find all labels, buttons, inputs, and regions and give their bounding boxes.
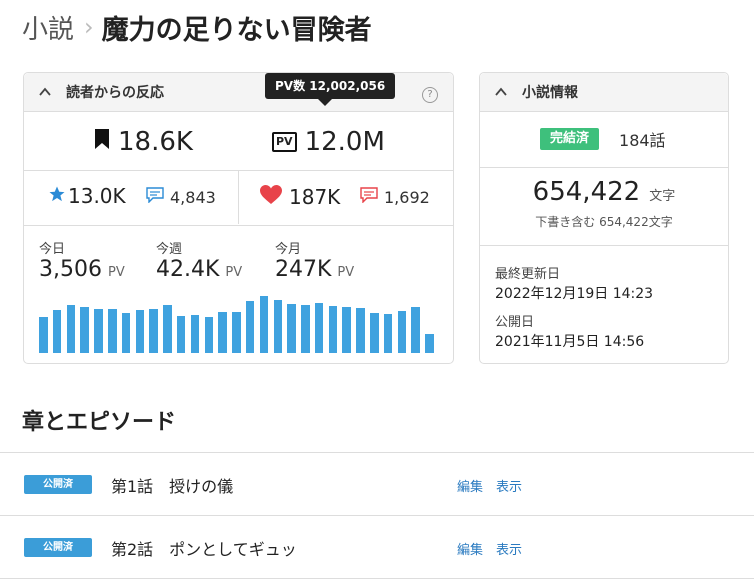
updated-label: 最終更新日 (495, 267, 561, 282)
published-badge: 公開済 (24, 538, 92, 557)
help-icon[interactable]: ? (422, 87, 438, 103)
chart-bar[interactable] (425, 334, 434, 353)
chart-bar[interactable] (176, 316, 186, 353)
reactions-card-title: 読者からの反応 (66, 85, 164, 101)
status-badge: 完結済 (540, 128, 600, 150)
chart-bar[interactable] (218, 312, 227, 353)
chart-bar[interactable] (370, 313, 379, 353)
chart-bar[interactable] (108, 309, 117, 353)
chart-bar[interactable] (190, 315, 200, 353)
heart-count: 187K (289, 185, 341, 209)
novel-info-card-title: 小説情報 (522, 85, 578, 101)
edit-link[interactable]: 編集 (457, 476, 483, 495)
period-label: 今週 (156, 242, 183, 257)
period-month: 今月 247K PV (275, 238, 354, 282)
view-link[interactable]: 表示 (496, 539, 522, 558)
comment-icon (360, 187, 378, 207)
pv-bar-chart (39, 293, 439, 353)
page-title: 魔力の足りない冒険者 (101, 14, 372, 46)
chart-bar[interactable] (204, 317, 214, 353)
pv-tooltip: PV数 12,002,056 (265, 73, 396, 106)
period-today: 今日 3,506 PV (39, 238, 125, 282)
chart-bar[interactable] (411, 307, 420, 353)
chart-bar[interactable] (80, 307, 89, 353)
star-comment-count: 4,843 (170, 187, 216, 207)
chart-bar[interactable] (273, 300, 283, 353)
comment-icon (146, 187, 164, 207)
chart-bar[interactable] (52, 310, 62, 353)
chart-bar[interactable] (39, 317, 48, 353)
episode-title[interactable]: 第2話 ポンとしてギュッ (111, 536, 297, 560)
episode-count: 184話 (619, 131, 666, 150)
chart-bar[interactable] (301, 305, 310, 353)
view-link[interactable]: 表示 (496, 476, 522, 495)
chart-bar[interactable] (66, 305, 76, 353)
chevron-up-icon[interactable] (38, 85, 52, 99)
published-date: 2021年11月5日 14:56 (495, 334, 645, 350)
chart-bar[interactable] (149, 309, 158, 353)
period-label: 今日 (39, 242, 66, 257)
breadcrumb-parent-link[interactable]: 小説 (22, 9, 74, 46)
heart-stat: 187K (259, 184, 340, 210)
chart-bar[interactable] (94, 309, 103, 353)
chart-bar[interactable] (259, 296, 269, 353)
reactions-card: 読者からの反応 ? 18.6K PV 12.0M 13.0K 4,843 187… (23, 72, 454, 364)
updated-date: 2022年12月19日 14:23 (495, 286, 654, 302)
period-unit: PV (337, 265, 355, 280)
chart-bar[interactable] (314, 303, 324, 353)
breadcrumb: 小説 › 魔力の足りない冒険者 (22, 8, 372, 46)
chart-bar[interactable] (383, 314, 393, 353)
edit-link[interactable]: 編集 (457, 539, 483, 558)
pv-icon: PV (272, 132, 297, 152)
bookmark-count: 18.6K (118, 127, 193, 157)
chart-bar[interactable] (121, 313, 131, 353)
period-value: 42.4K (156, 257, 220, 282)
chart-bar[interactable] (163, 305, 172, 353)
chevron-up-icon[interactable] (494, 85, 508, 99)
star-comment-stat: 4,843 (146, 187, 216, 207)
pv-total-count: 12.0M (304, 127, 385, 157)
chart-bar[interactable] (232, 312, 241, 353)
period-week: 今週 42.4K PV (156, 238, 242, 282)
star-stat: 13.0K (48, 184, 126, 208)
char-unit: 文字 (649, 189, 676, 204)
period-value: 3,506 (39, 257, 102, 282)
novel-info-card-header[interactable]: 小説情報 (480, 73, 728, 112)
episode-title[interactable]: 第1話 授けの儀 (111, 473, 233, 497)
chart-bar[interactable] (287, 304, 296, 353)
tooltip-arrow (318, 99, 332, 106)
bookmark-icon (94, 127, 110, 157)
chart-bar[interactable] (397, 311, 407, 353)
list-item[interactable]: 公開済 第2話 ポンとしてギュッ 編集 表示 (0, 515, 754, 580)
chart-bar[interactable] (245, 301, 255, 353)
heart-icon (259, 184, 283, 210)
chart-bar[interactable] (342, 307, 351, 353)
heart-comment-stat: 1,692 (360, 187, 430, 207)
chart-bar[interactable] (328, 306, 338, 353)
list-item[interactable]: 公開済 第1話 授けの儀 編集 表示 (0, 452, 754, 517)
char-count-row: 654,422 文字 (480, 177, 728, 207)
pv-total-stat: PV 12.0M (272, 127, 385, 157)
bookmark-stat: 18.6K (94, 127, 193, 157)
draft-char-count: 下書き含む 654,422文字 (535, 215, 673, 229)
breadcrumb-chevron-icon: › (84, 13, 94, 41)
status-row: 完結済 184話 (540, 127, 666, 151)
pv-tooltip-text: PV数 12,002,056 (265, 73, 396, 99)
episodes-section-title: 章とエピソード (22, 410, 177, 435)
period-label: 今月 (275, 242, 302, 257)
chart-bar[interactable] (135, 310, 145, 353)
star-icon (48, 184, 66, 208)
chart-bar[interactable] (356, 308, 365, 353)
period-value: 247K (275, 257, 332, 282)
published-label: 公開日 (495, 315, 535, 330)
novel-info-card: 小説情報 完結済 184話 654,422 文字 下書き含む 654,422文字… (479, 72, 729, 364)
char-count: 654,422 (532, 177, 641, 207)
period-unit: PV (107, 265, 125, 280)
star-count: 13.0K (68, 184, 126, 208)
published-badge: 公開済 (24, 475, 92, 494)
heart-comment-count: 1,692 (384, 187, 430, 207)
period-unit: PV (225, 265, 243, 280)
